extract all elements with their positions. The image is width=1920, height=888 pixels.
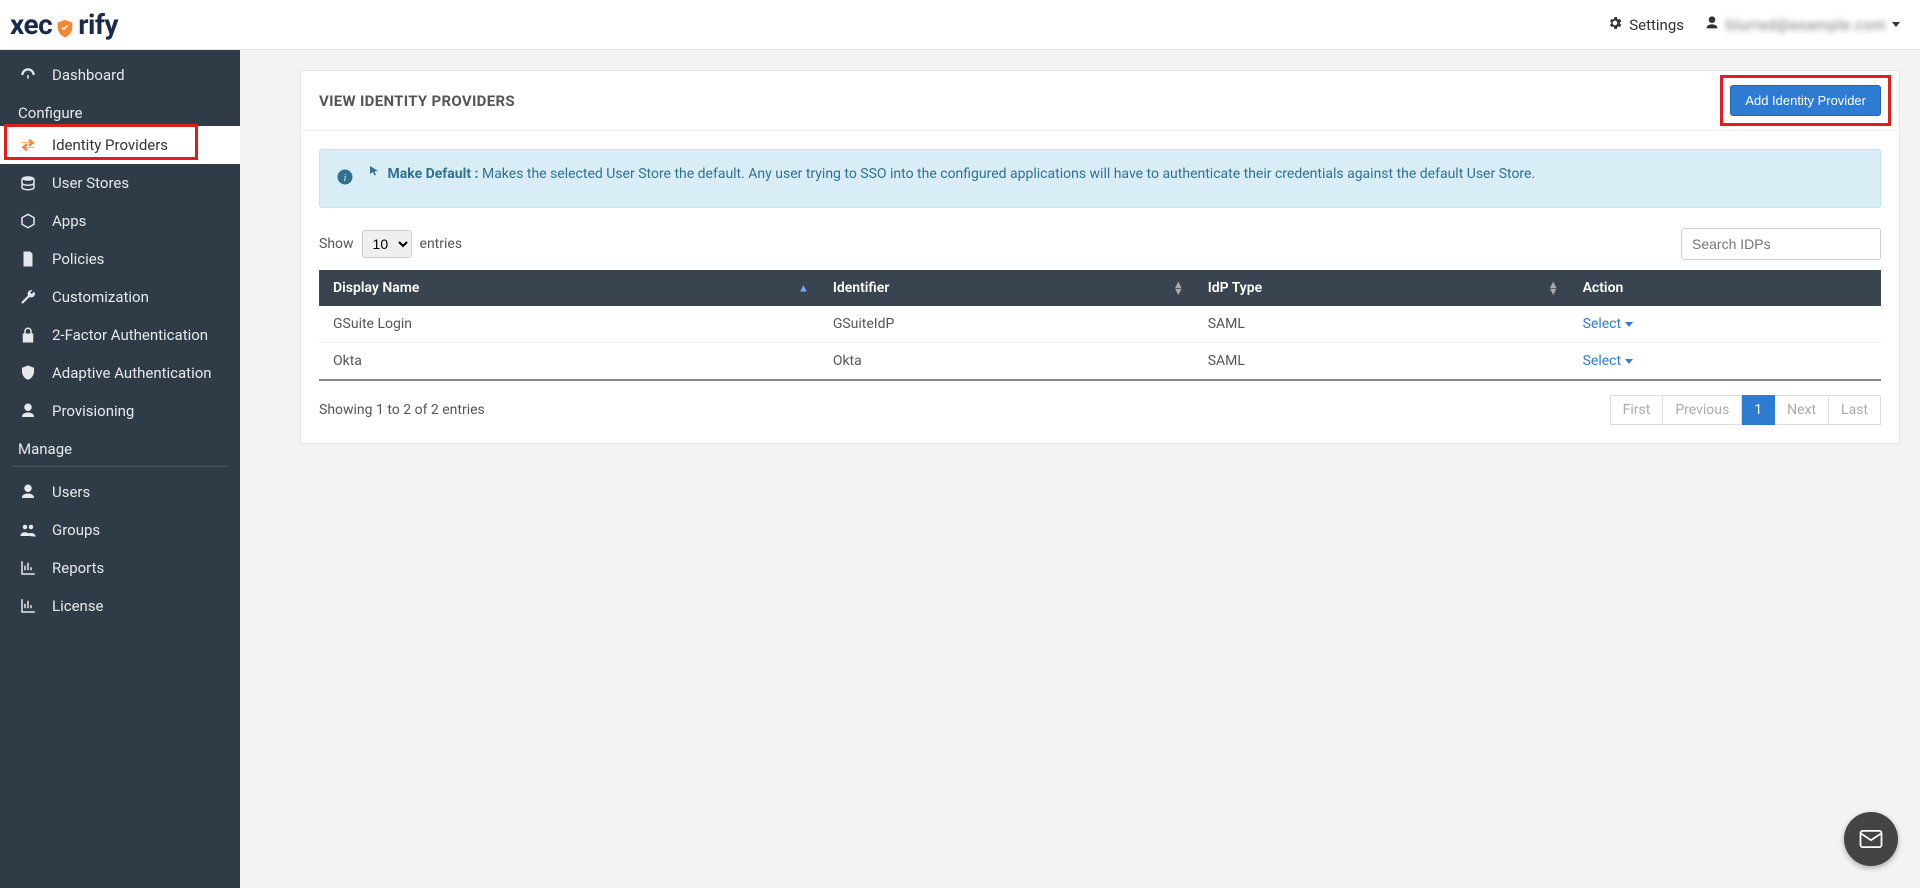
sidebar-item-label: Reports <box>52 559 104 577</box>
panel-header: VIEW IDENTITY PROVIDERS Add Identity Pro… <box>301 71 1899 131</box>
info-alert: i Make Default : Makes the selected User… <box>319 149 1881 208</box>
info-title: Make Default : <box>387 166 478 182</box>
sidebar-item-label: Identity Providers <box>52 136 168 154</box>
sidebar-item-identity-providers[interactable]: Identity Providers <box>0 126 240 164</box>
brand-logo: xec rify <box>10 8 118 41</box>
settings-label: Settings <box>1629 16 1684 34</box>
sidebar-item-label: Dashboard <box>52 66 125 84</box>
sidebar-item-label: Provisioning <box>52 402 134 420</box>
entries-select[interactable]: 10 <box>362 230 412 258</box>
col-idp-type[interactable]: IdP Type ▲▼ <box>1194 270 1569 306</box>
idp-panel: VIEW IDENTITY PROVIDERS Add Identity Pro… <box>300 70 1900 444</box>
cell-identifier: GSuiteIdP <box>819 306 1194 343</box>
sidebar-item-label: Apps <box>52 212 86 230</box>
cell-identifier: Okta <box>819 343 1194 381</box>
sidebar-item-label: User Stores <box>52 174 129 192</box>
sidebar-item-label: Adaptive Authentication <box>52 364 212 382</box>
shield-check-icon <box>54 14 76 36</box>
idp-table: Display Name ▲ Identifier ▲▼ IdP Type ▲▼ <box>319 270 1881 381</box>
page-last[interactable]: Last <box>1829 395 1881 425</box>
database-icon <box>18 174 38 192</box>
sidebar-item-label: License <box>52 597 104 615</box>
sidebar-item-apps[interactable]: Apps <box>0 202 240 240</box>
sidebar-item-adaptive-auth[interactable]: Adaptive Authentication <box>0 354 240 392</box>
sidebar-divider <box>12 466 228 467</box>
chevron-down-icon <box>1625 359 1633 364</box>
cell-display: Okta <box>319 343 819 381</box>
sidebar-item-provisioning[interactable]: Provisioning <box>0 392 240 430</box>
user-icon <box>18 483 38 501</box>
sidebar-item-user-stores[interactable]: User Stores <box>0 164 240 202</box>
sidebar-item-label: Groups <box>52 521 100 539</box>
show-label: Show <box>319 236 354 252</box>
cell-display: GSuite Login <box>319 306 819 343</box>
settings-link[interactable]: Settings <box>1607 15 1684 35</box>
page-prev[interactable]: Previous <box>1663 395 1742 425</box>
page-next[interactable]: Next <box>1775 395 1829 425</box>
users-icon <box>18 521 38 539</box>
main-content: VIEW IDENTITY PROVIDERS Add Identity Pro… <box>240 50 1920 888</box>
page-first[interactable]: First <box>1610 395 1664 425</box>
user-email: blurred@example.com <box>1726 16 1886 34</box>
show-entries-control: Show 10 entries <box>319 230 462 258</box>
sidebar: Dashboard Configure Identity Providers U… <box>0 50 240 888</box>
table-info: Showing 1 to 2 of 2 entries <box>319 402 485 418</box>
page-title: VIEW IDENTITY PROVIDERS <box>319 92 515 110</box>
cell-type: SAML <box>1194 343 1569 381</box>
user-icon <box>18 402 38 420</box>
sidebar-section-configure: Configure <box>0 94 240 126</box>
sidebar-item-groups[interactable]: Groups <box>0 511 240 549</box>
sidebar-item-dashboard[interactable]: Dashboard <box>0 56 240 94</box>
dashboard-icon <box>18 66 38 84</box>
col-display-name[interactable]: Display Name ▲ <box>319 270 819 306</box>
info-icon: i <box>336 168 354 193</box>
col-action: Action <box>1569 270 1881 306</box>
lock-icon <box>18 326 38 344</box>
sort-asc-icon: ▲ <box>798 285 809 292</box>
sidebar-item-label: Customization <box>52 288 149 306</box>
user-menu[interactable]: blurred@example.com <box>1704 15 1900 35</box>
sidebar-item-reports[interactable]: Reports <box>0 549 240 587</box>
exchange-icon <box>18 136 38 154</box>
sidebar-item-label: Users <box>52 483 90 501</box>
sort-icon: ▲▼ <box>1548 281 1559 295</box>
contact-mail-fab[interactable] <box>1844 812 1898 866</box>
sort-icon: ▲▼ <box>1173 281 1184 295</box>
search-input[interactable] <box>1681 228 1881 260</box>
sidebar-item-customization[interactable]: Customization <box>0 278 240 316</box>
entries-label: entries <box>420 236 463 252</box>
sidebar-item-label: Policies <box>52 250 104 268</box>
col-identifier[interactable]: Identifier ▲▼ <box>819 270 1194 306</box>
sidebar-item-2fa[interactable]: 2-Factor Authentication <box>0 316 240 354</box>
brand-text-2: rify <box>78 8 118 41</box>
sidebar-item-policies[interactable]: Policies <box>0 240 240 278</box>
svg-text:i: i <box>344 173 347 184</box>
topbar: xec rify Settings blurred@example.com <box>0 0 1920 50</box>
sidebar-section-manage: Manage <box>0 430 240 462</box>
cube-icon <box>18 212 38 230</box>
table-row: GSuite Login GSuiteIdP SAML Select <box>319 306 1881 343</box>
row-action-select[interactable]: Select <box>1583 353 1633 369</box>
cell-type: SAML <box>1194 306 1569 343</box>
info-body: Makes the selected User Store the defaul… <box>482 166 1535 182</box>
brand-text-1: xec <box>10 8 52 41</box>
gear-icon <box>1607 15 1623 35</box>
sidebar-item-label: 2-Factor Authentication <box>52 326 208 344</box>
page-1[interactable]: 1 <box>1742 395 1775 425</box>
sidebar-item-license[interactable]: License <box>0 587 240 625</box>
add-identity-provider-button[interactable]: Add Identity Provider <box>1730 85 1881 116</box>
sidebar-item-users[interactable]: Users <box>0 473 240 511</box>
table-row: Okta Okta SAML Select <box>319 343 1881 381</box>
wrench-icon <box>18 288 38 306</box>
document-icon <box>18 250 38 268</box>
chevron-down-icon <box>1892 22 1900 27</box>
pointer-icon <box>368 166 383 182</box>
row-action-select[interactable]: Select <box>1583 316 1633 332</box>
chevron-down-icon <box>1625 322 1633 327</box>
pagination: First Previous 1 Next Last <box>1610 395 1881 425</box>
shield-icon <box>18 364 38 382</box>
chart-icon <box>18 559 38 577</box>
chart-icon <box>18 597 38 615</box>
user-icon <box>1704 15 1720 35</box>
